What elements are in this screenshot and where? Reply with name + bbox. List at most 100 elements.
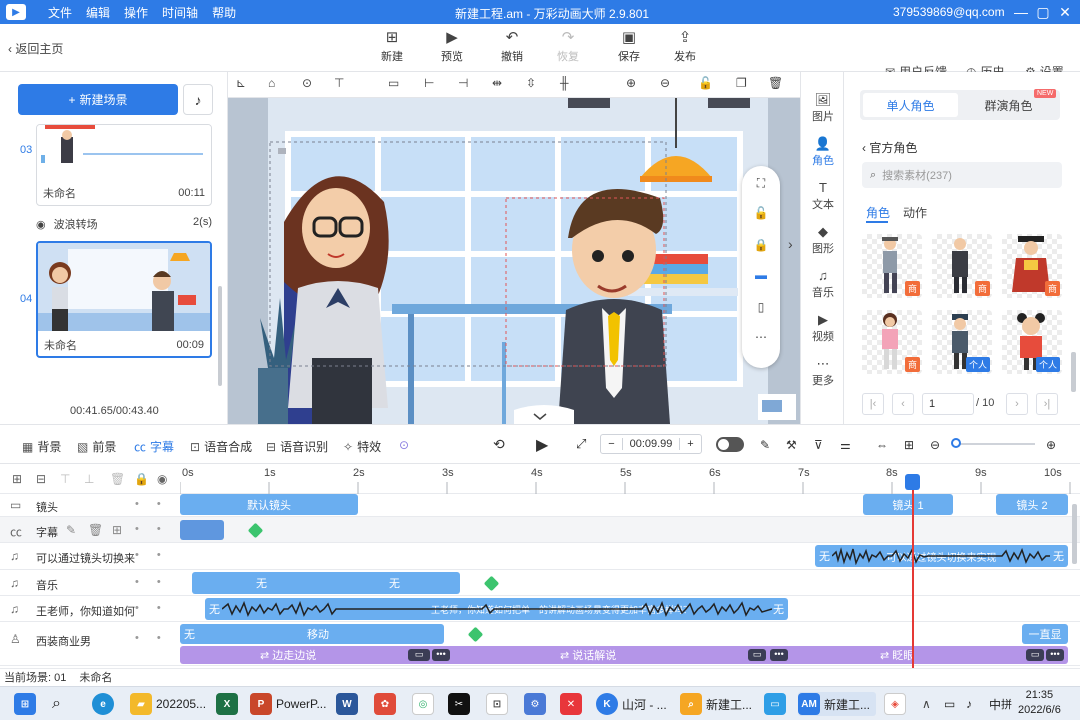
close-icon[interactable]: ✕ — [1054, 2, 1076, 22]
zoom-out-icon[interactable]: ⊖ — [930, 438, 940, 452]
camera-clip[interactable]: 镜头 1 — [863, 494, 953, 515]
canvas-stage[interactable] — [228, 98, 800, 424]
next-page-button[interactable]: › — [1006, 393, 1028, 415]
zoom-slider-track[interactable] — [955, 443, 1035, 445]
ime-mode[interactable]: 拼 — [1001, 692, 1012, 716]
xmind-icon[interactable]: ✕ — [560, 692, 586, 716]
account-email[interactable]: 379539869@qq.com — [893, 5, 1005, 19]
breadcrumb[interactable]: ‹ 官方角色 — [862, 139, 917, 156]
taskbar-app-window[interactable]: ▭ — [764, 692, 790, 716]
move-clip[interactable]: 无 移动 — [180, 624, 444, 644]
tab-music[interactable]: ♫ 音乐 — [801, 268, 845, 300]
fullscreen-icon[interactable]: ⤢ — [576, 436, 586, 452]
eye-icon[interactable]: ◉ — [157, 472, 167, 486]
play-icon[interactable]: ▶ — [536, 435, 548, 455]
delete-icon[interactable]: 🗑 — [110, 472, 125, 486]
delete-icon[interactable]: 🗑 — [88, 523, 103, 537]
character-thumb-6[interactable]: 个人 — [1002, 310, 1062, 374]
scene-music-button[interactable]: ♪ — [183, 84, 213, 115]
background-button[interactable]: ▦ 背景 — [22, 438, 61, 455]
zoom-slider-thumb[interactable] — [951, 438, 961, 448]
save-button[interactable]: ▣ 保存 — [609, 28, 649, 64]
speech-icon[interactable]: ▭ — [748, 649, 766, 661]
time-plus-button[interactable]: + — [679, 438, 701, 450]
page-input[interactable]: 1 — [922, 393, 974, 415]
zoom-in-icon[interactable]: ⊕ — [1046, 438, 1056, 452]
transition-item[interactable]: ◉ 波浪转场 2(s) — [36, 216, 212, 232]
preview-button[interactable]: ▶ 预览 — [432, 28, 472, 64]
zoom-out-icon[interactable]: ⊖ — [660, 76, 670, 90]
align-middle-icon[interactable]: ▭ — [388, 76, 399, 90]
menu-edit[interactable]: 编辑 — [86, 4, 110, 21]
align-icon[interactable]: ⊾ — [236, 76, 246, 90]
subtab-role[interactable]: 角色 — [866, 204, 890, 221]
copy-icon[interactable]: ❐ — [736, 76, 747, 90]
menu-operate[interactable]: 操作 — [124, 4, 148, 21]
track-character[interactable]: ♙ 西装商业男 •• 无 移动 一直显 ⇄ 边走边说 ▭ ••• ⇄ 说话解说 … — [0, 622, 1080, 666]
menu-timeline[interactable]: 时间轴 — [162, 4, 198, 21]
new-button[interactable]: ⊞ 新建 — [372, 28, 412, 64]
undo-button[interactable]: ↶ 撤销 — [492, 28, 532, 64]
mobile-icon[interactable]: ▯ — [742, 300, 780, 314]
first-page-button[interactable]: |‹ — [862, 393, 884, 415]
search-icon[interactable]: ⌕ — [52, 692, 61, 716]
scene-card-3[interactable]: 未命名 00:11 — [36, 124, 212, 206]
ratio-icon[interactable]: ⊞ — [904, 438, 914, 452]
character-thumb-1[interactable]: 商 — [862, 234, 922, 298]
capcut-icon[interactable]: ✂ — [448, 692, 474, 716]
snap-toggle[interactable] — [716, 437, 744, 452]
keyframe-add-icon[interactable] — [247, 522, 264, 539]
scene-scrollbar[interactable] — [218, 286, 222, 386]
taskbar-app-new1[interactable]: ⌕ 新建工... — [680, 692, 752, 716]
character-thumb-3[interactable]: 商 — [1002, 234, 1062, 298]
app-icon[interactable]: ⊡ — [486, 692, 512, 716]
tab-video[interactable]: ▶ 视频 — [801, 312, 845, 344]
track-camera[interactable]: ▭ 镜头 •• 默认镜头 镜头 1 镜头 2 — [0, 494, 1080, 517]
asset-search-input[interactable]: ⌕ 搜索素材(237) — [862, 162, 1062, 188]
align-left-icon[interactable]: ⊢ — [424, 76, 434, 90]
paint-icon[interactable]: ✿ — [374, 692, 400, 716]
time-minus-button[interactable]: − — [601, 438, 623, 450]
camera-clip[interactable]: 镜头 2 — [996, 494, 1068, 515]
rewind-icon[interactable]: ⟲ — [493, 436, 505, 453]
asset-scrollbar[interactable] — [1071, 352, 1076, 392]
time-input[interactable]: 00:09.99 — [623, 438, 679, 450]
tts-button[interactable]: ⊡ 语音合成 — [190, 438, 252, 455]
add-group-icon[interactable]: ⊟ — [36, 472, 46, 486]
move-down-icon[interactable]: ⊥ — [84, 472, 94, 486]
taskbar-powerpoint[interactable]: P PowerP... — [250, 692, 326, 716]
adjust-icon[interactable]: ⊞ — [112, 523, 122, 537]
effects-button[interactable]: ✧ 特效 — [343, 438, 381, 455]
maximize-icon[interactable]: ▢ — [1032, 2, 1054, 22]
lock-icon[interactable]: 🔒 — [134, 472, 149, 486]
align-top-icon[interactable]: ⊤ — [334, 76, 344, 90]
home-icon[interactable]: ⌂ — [268, 76, 275, 90]
desktop-icon[interactable]: ▬ — [742, 268, 780, 282]
app-icon[interactable]: ◈ — [884, 692, 910, 716]
edge-icon[interactable]: e — [92, 692, 118, 716]
adjust-icon[interactable]: ⚌ — [840, 438, 851, 452]
camera-clip[interactable]: 默认镜头 — [180, 494, 358, 515]
align-center-icon[interactable]: ⊣ — [458, 76, 468, 90]
track-subtitle[interactable]: ㏄ 字幕 ✎ 🗑 ⊞ •• — [0, 517, 1080, 543]
speech-icon[interactable]: ▭ — [1026, 649, 1044, 661]
keyframe-add-icon[interactable] — [483, 575, 500, 592]
volume-icon[interactable]: ♪ — [966, 692, 972, 716]
app-icon[interactable]: ⚙ — [524, 692, 550, 716]
scene-card-4[interactable]: 未命名 00:09 — [36, 241, 212, 358]
character-thumb-4[interactable]: 商 — [862, 310, 922, 374]
last-page-button[interactable]: ›| — [1036, 393, 1058, 415]
new-scene-button[interactable]: + 新建场景 — [18, 84, 178, 115]
tab-text[interactable]: T 文本 — [801, 180, 845, 212]
excel-icon[interactable]: X — [216, 692, 242, 716]
edit-icon[interactable]: ✎ — [760, 438, 770, 452]
hammer-icon[interactable]: ⚒ — [786, 438, 797, 452]
asr-button[interactable]: ⊟ 语音识别 — [266, 438, 328, 455]
more-dots-icon[interactable]: ••• — [1046, 649, 1064, 661]
tab-image[interactable]: 🖼 图片 — [801, 92, 845, 124]
track-voice-camera[interactable]: ♫ 可以通过镜头切换来 •• 无 可以通过镜头切换来实现 无 — [0, 543, 1080, 570]
character-thumb-2[interactable]: 商 — [932, 234, 992, 298]
system-clock[interactable]: 21:35 2022/6/6 — [1018, 688, 1061, 718]
more-dots-icon[interactable]: ⋯ — [742, 330, 780, 344]
filter-icon[interactable]: ⊽ — [814, 438, 823, 452]
